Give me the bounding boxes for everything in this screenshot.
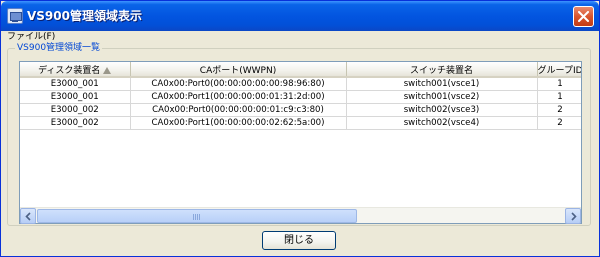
scroll-left-icon	[25, 212, 31, 221]
window-title: VS900管理領域表示	[27, 9, 142, 23]
close-x-icon	[578, 11, 589, 22]
column-header-disk[interactable]: ディスク装置名	[20, 62, 131, 78]
window-close-button[interactable]	[573, 6, 594, 27]
scroll-thumb[interactable]	[37, 209, 357, 223]
cell-group-id: 2	[537, 116, 581, 130]
cell-disk: E3000_002	[20, 103, 131, 117]
scroll-grip-icon	[193, 214, 201, 220]
scroll-left-button[interactable]	[20, 208, 36, 224]
cell-ca-port: CA0x00:Port0(00:00:00:00:01:c9:c3:80)	[130, 103, 347, 117]
column-header-group-id[interactable]: グループID	[537, 62, 581, 78]
cell-switch: switch001(vsce1)	[346, 77, 538, 91]
sort-ascending-icon	[103, 66, 112, 74]
cell-group-id: 1	[537, 77, 581, 91]
column-header-switch[interactable]: スイッチ装置名	[346, 62, 538, 78]
column-header-ca-port[interactable]: CAポート(WWPN)	[130, 62, 347, 78]
app-window-icon	[7, 8, 23, 24]
table-row[interactable]: E3000_002 CA0x00:Port1(00:00:00:00:02:62…	[20, 116, 581, 130]
region-table: ディスク装置名 CAポート(WWPN) スイッチ装置名 グループID E3000…	[20, 62, 581, 130]
cell-switch: switch002(vsce3)	[346, 103, 538, 117]
cell-disk: E3000_001	[20, 77, 131, 91]
close-dialog-button[interactable]: 閉じる	[262, 231, 336, 250]
cell-ca-port: CA0x00:Port0(00:00:00:00:00:98:96:80)	[130, 77, 347, 91]
cell-ca-port: CA0x00:Port1(00:00:00:00:02:62:5a:00)	[130, 116, 347, 130]
cell-group-id: 2	[537, 103, 581, 117]
table-row[interactable]: E3000_002 CA0x00:Port0(00:00:00:00:01:c9…	[20, 103, 581, 117]
table-header-row: ディスク装置名 CAポート(WWPN) スイッチ装置名 グループID	[20, 62, 581, 78]
scroll-right-icon	[571, 212, 577, 221]
cell-disk: E3000_002	[20, 116, 131, 130]
table-row[interactable]: E3000_001 CA0x00:Port0(00:00:00:00:00:98…	[20, 77, 581, 91]
table-container: ディスク装置名 CAポート(WWPN) スイッチ装置名 グループID E3000…	[19, 61, 582, 224]
cell-group-id: 1	[537, 90, 581, 104]
table-row[interactable]: E3000_001 CA0x00:Port1(00:00:00:00:01:31…	[20, 90, 581, 104]
cell-switch: switch002(vsce4)	[346, 116, 538, 130]
group-title: VS900管理領域一覧	[15, 42, 103, 54]
horizontal-scrollbar[interactable]	[20, 207, 581, 224]
title-bar[interactable]: VS900管理領域表示	[1, 1, 599, 31]
cell-ca-port: CA0x00:Port1(00:00:00:00:01:31:2d:00)	[130, 90, 347, 104]
cell-switch: switch001(vsce2)	[346, 90, 538, 104]
cell-disk: E3000_001	[20, 90, 131, 104]
scroll-right-button[interactable]	[565, 208, 581, 224]
